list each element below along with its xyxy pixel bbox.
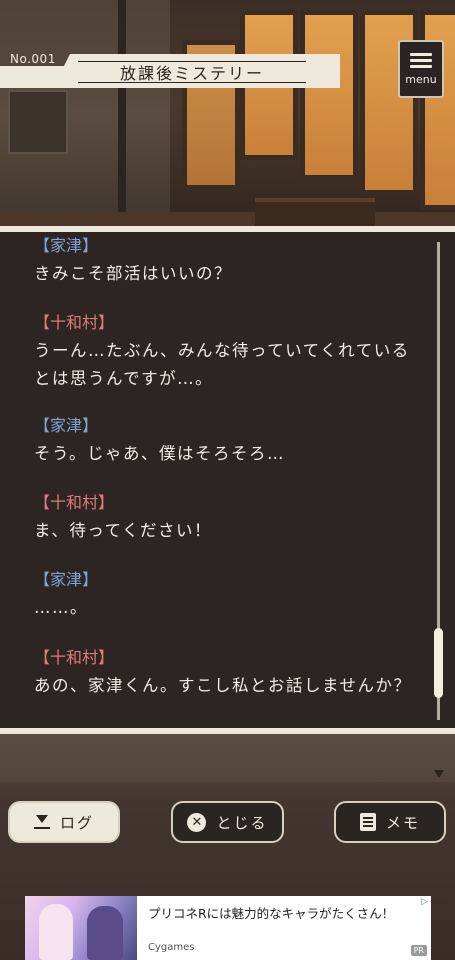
speaker-name: 【十和村】	[34, 493, 115, 512]
dialogue-line: ま、待ってください！	[34, 521, 213, 540]
message-window	[0, 734, 455, 782]
episode-number: No.001	[10, 52, 56, 66]
memo-label: メモ	[385, 813, 420, 832]
ad-brand: Cygames	[148, 942, 195, 953]
scrollbar-thumb[interactable]	[434, 628, 443, 698]
log-entry: 【十和村】 うーん…たぶん、みんな待っていてくれている とは思うんですが…。	[34, 313, 434, 393]
wall-board	[8, 90, 68, 154]
speaker-name: 【十和村】	[34, 313, 115, 332]
speaker-name: 【家津】	[34, 570, 99, 589]
door-frame	[118, 0, 126, 232]
close-icon: ✕	[187, 812, 207, 832]
pr-badge: PR	[410, 945, 427, 956]
hamburger-icon	[410, 52, 432, 68]
memo-icon	[359, 813, 376, 831]
log-entry: 【家津】 そう。じゃあ、僕はそろそろ…	[34, 416, 434, 468]
ad-banner[interactable]: プリコネRには魅力的なキャラがたくさん！ Cygames ▷ PR	[25, 896, 431, 960]
log-label: ログ	[59, 813, 94, 832]
ad-character	[39, 904, 73, 960]
background-scene	[0, 0, 455, 232]
ad-text: プリコネRには魅力的なキャラがたくさん！	[148, 906, 395, 921]
speaker-name: 【家津】	[34, 236, 99, 255]
menu-label: menu	[405, 72, 437, 86]
log-entry: 【家津】 きみこそ部活はいいの？	[34, 236, 434, 288]
window	[360, 10, 418, 195]
ad-character	[87, 906, 123, 960]
backlog-panel[interactable]: 【家津】 きみこそ部活はいいの？ 【十和村】 うーん…たぶん、みんな待っていてく…	[0, 232, 455, 728]
window	[300, 10, 358, 180]
menu-button[interactable]: menu	[398, 40, 444, 98]
dialogue-line: そう。じゃあ、僕はそろそろ…	[34, 444, 286, 463]
log-entry: 【家津】 ……。	[34, 570, 434, 622]
memo-button[interactable]: メモ	[334, 801, 446, 843]
speaker-name: 【十和村】	[34, 648, 115, 667]
close-button[interactable]: ✕ とじる	[171, 801, 284, 843]
close-label: とじる	[216, 813, 268, 832]
log-button[interactable]: ログ	[8, 801, 120, 843]
dialogue-line: とは思うんですが…。	[34, 369, 214, 388]
episode-title: 放課後ミステリー	[78, 61, 306, 83]
dialogue-line: あの、家津くん。すこし私とお話しませんか？	[34, 676, 412, 695]
download-arrow-icon	[33, 815, 50, 829]
dialogue-line: ……。	[34, 598, 88, 617]
log-entry: 【十和村】 ま、待ってください！	[34, 493, 434, 545]
dialogue-line: うーん…たぶん、みんな待っていてくれている	[34, 341, 410, 360]
ad-choices-icon[interactable]: ▷	[421, 897, 428, 907]
next-arrow-icon	[434, 770, 444, 778]
log-entry: 【十和村】 あの、家津くん。すこし私とお話しませんか？	[34, 648, 434, 700]
ad-image	[25, 896, 137, 960]
speaker-name: 【家津】	[34, 416, 99, 435]
dialogue-line: きみこそ部活はいいの？	[34, 264, 232, 283]
